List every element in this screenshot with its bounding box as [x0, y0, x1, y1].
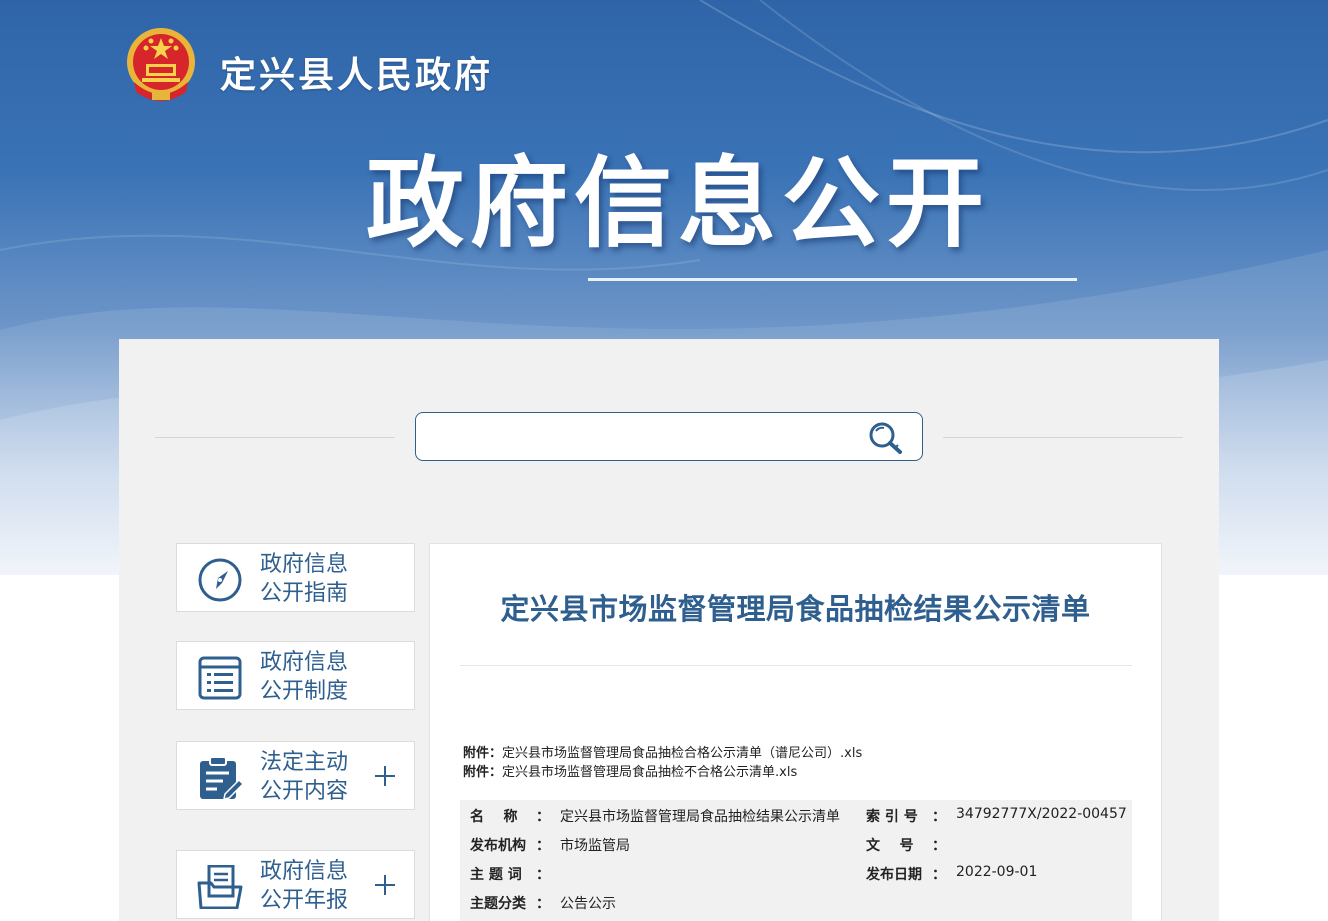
- clipboard-edit-icon: [200, 756, 243, 800]
- meta-date-label: 发布日期: [866, 867, 922, 883]
- site-name[interactable]: 定兴县人民政府: [220, 46, 493, 98]
- expand-plus-icon[interactable]: [373, 873, 397, 897]
- list-icon: [198, 656, 242, 700]
- page-hero-title: 政府信息公开: [366, 147, 991, 261]
- meta-date-value: 2022-09-01: [956, 864, 1038, 880]
- attachment-link[interactable]: 定兴县市场监督管理局食品抽检不合格公示清单.xls: [502, 765, 797, 780]
- meta-index-value: 34792777X/2022-00457: [956, 806, 1127, 822]
- document-content: 定兴县市场监督管理局食品抽检结果公示清单 附件：定兴县市场监督管理局食品抽检合格…: [429, 543, 1162, 921]
- attachment-link[interactable]: 定兴县市场监督管理局食品抽检合格公示清单（谱尼公司）.xls: [502, 746, 862, 761]
- meta-org-label: 发布机构: [470, 838, 526, 854]
- attachment-item: 附件：定兴县市场监督管理局食品抽检不合格公示清单.xls: [463, 761, 797, 780]
- sidebar-item-label: 政府信息 公开制度: [260, 650, 349, 704]
- meta-category-value: 公告公示: [560, 896, 616, 912]
- main-panel: 政府信息 公开指南 政府信息 公开制度 法定主动 公开内容 政府信息 公开年报 …: [119, 339, 1219, 921]
- folder-document-icon: [197, 865, 243, 909]
- sidebar-item-annual-report[interactable]: 政府信息 公开年报: [176, 850, 415, 919]
- sidebar-item-system[interactable]: 政府信息 公开制度: [176, 641, 415, 710]
- search-divider-right: [943, 437, 1183, 438]
- expand-plus-icon[interactable]: [373, 764, 397, 788]
- search-input[interactable]: [426, 421, 856, 453]
- meta-colon: ：: [536, 809, 550, 825]
- meta-colon: ：: [536, 838, 550, 854]
- document-title: 定兴县市场监督管理局食品抽检结果公示清单: [500, 592, 1091, 626]
- meta-docno-label: 文 号: [866, 838, 914, 854]
- search-box: [415, 412, 923, 461]
- sidebar-item-label: 法定主动 公开内容: [260, 750, 349, 804]
- attachment-label: 附件：: [463, 765, 503, 780]
- sidebar-item-label: 政府信息 公开指南: [260, 552, 349, 606]
- document-metadata-table: 名 称 ： 定兴县市场监督管理局食品抽检结果公示清单 索 引 号 ： 34792…: [460, 800, 1132, 921]
- hero-underline: [588, 278, 1077, 281]
- sidebar-item-active-disclosure[interactable]: 法定主动 公开内容: [176, 741, 415, 810]
- meta-name-label: 名 称: [470, 809, 518, 825]
- meta-name-value: 定兴县市场监督管理局食品抽检结果公示清单: [560, 809, 840, 825]
- meta-colon: ：: [932, 809, 946, 825]
- attachment-item: 附件：定兴县市场监督管理局食品抽检合格公示清单（谱尼公司）.xls: [463, 742, 862, 761]
- meta-index-label: 索 引 号: [866, 809, 918, 825]
- compass-icon: [198, 558, 242, 602]
- meta-category-label: 主题分类: [470, 896, 526, 912]
- meta-colon: ：: [932, 838, 946, 854]
- meta-colon: ：: [536, 896, 550, 912]
- search-icon[interactable]: [866, 420, 906, 456]
- meta-subject-label: 主 题 词: [470, 867, 522, 883]
- title-divider: [460, 665, 1132, 666]
- sidebar-item-guide[interactable]: 政府信息 公开指南: [176, 543, 415, 612]
- search-divider-left: [155, 437, 395, 438]
- meta-colon: ：: [536, 867, 550, 883]
- sidebar-item-label: 政府信息 公开年报: [260, 859, 349, 913]
- meta-org-value: 市场监管局: [560, 838, 630, 854]
- national-emblem-icon: [127, 28, 195, 101]
- meta-colon: ：: [932, 867, 946, 883]
- attachment-label: 附件：: [463, 746, 503, 761]
